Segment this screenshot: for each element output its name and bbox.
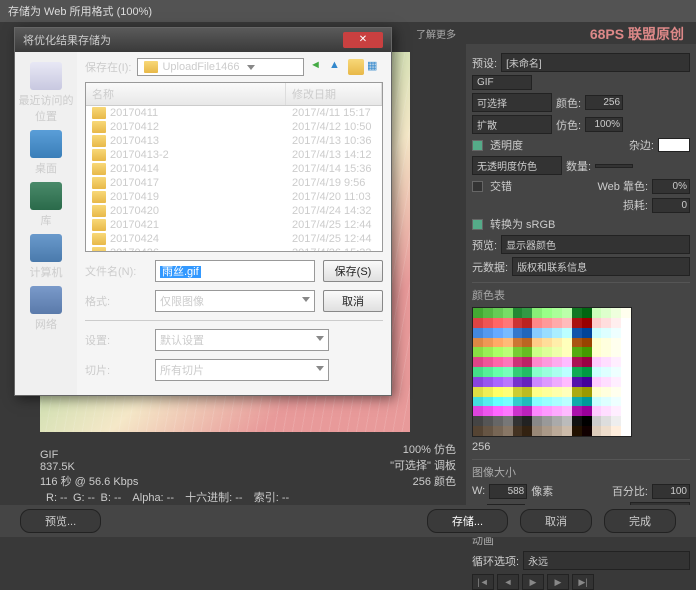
folder-icon [92,191,106,203]
library-icon [30,182,62,210]
done-button[interactable]: 完成 [604,509,676,533]
file-row[interactable]: 201704262017/4/26 15:33 [86,246,382,252]
places-sidebar: 最近访问的位置 桌面 库 计算机 网络 [15,52,77,395]
playback-controls: |◄ ◄ ▶ ▶ ▶| [472,574,690,590]
settings-label: 设置: [85,332,147,348]
network-icon [30,286,62,314]
computer-icon [30,234,62,262]
selective-combo[interactable]: 可选择 [472,93,552,112]
width-field[interactable]: 588 [489,484,527,499]
play-icon[interactable]: ▶ [522,574,544,590]
format-label: 格式: [85,293,147,309]
amount-field[interactable] [595,164,633,168]
folder-icon [144,61,158,73]
file-row[interactable]: 201704142017/4/14 15:36 [86,162,382,176]
colors-field[interactable]: 256 [585,95,623,110]
file-row[interactable]: 201704112017/4/11 15:17 [86,106,382,120]
file-row[interactable]: 201704132017/4/13 10:36 [86,134,382,148]
color-table-header: 颜色表 [472,282,690,303]
store-button[interactable]: 存储... [427,509,508,533]
image-size-header: 图像大小 [472,459,690,480]
folder-icon [92,177,106,189]
close-icon[interactable]: ✕ [343,32,383,48]
watermark-logo: 68PS 联盟原创 [590,24,684,44]
percent-field[interactable]: 100 [652,484,690,499]
folder-icon [92,247,106,252]
file-row[interactable]: 20170413-22017/4/13 14:12 [86,148,382,162]
folder-icon [92,205,106,217]
dither-field[interactable]: 100% [585,117,623,132]
color-table[interactable] [472,307,632,437]
loop-combo[interactable]: 永远 [523,551,690,570]
folder-icon [92,107,106,119]
preview-combo[interactable]: 显示器颜色 [501,235,690,254]
file-list[interactable]: 名称修改日期 201704112017/4/11 15:172017041220… [85,82,383,252]
prev-frame-icon[interactable]: ◄ [497,574,519,590]
status-bar: GIF 837.5K 116 秒 @ 56.6 Kbps [40,449,138,489]
filename-label: 文件名(N): [85,263,147,279]
save-in-label: 保存在(I): [85,59,131,75]
status-right: 100% 仿色 "可选择" 调板 256 颜色 [390,441,456,489]
settings-combo[interactable]: 默认设置 [155,329,329,351]
place-recent[interactable]: 最近访问的位置 [17,62,75,124]
file-row[interactable]: 201704172017/4/19 9:56 [86,176,382,190]
last-frame-icon[interactable]: ▶| [572,574,594,590]
lossy-field[interactable]: 0 [652,198,690,213]
dialog-titlebar: 将优化结果存储为 ✕ [15,28,391,52]
filename-input[interactable]: 雨丝.gif [155,260,315,282]
view-icon[interactable]: ▦ [367,59,383,75]
web-snap-field[interactable]: 0% [652,179,690,194]
matte-swatch[interactable] [658,138,690,152]
diffusion-combo[interactable]: 扩散 [472,115,552,134]
folder-icon [92,219,106,231]
trans-dither-combo[interactable]: 无透明度仿色 [472,156,562,175]
file-row[interactable]: 201704192017/4/20 11:03 [86,190,382,204]
folder-icon [92,163,106,175]
file-row[interactable]: 201704212017/4/25 12:44 [86,218,382,232]
file-row[interactable]: 201704202017/4/24 14:32 [86,204,382,218]
bottom-button-bar: 预览... 存储... 取消 完成 [0,505,696,537]
format-combo-right[interactable]: GIF [472,75,532,90]
place-computer[interactable]: 计算机 [17,234,75,280]
srgb-checkbox[interactable] [472,219,483,230]
folder-icon [92,149,106,161]
place-library[interactable]: 库 [17,182,75,228]
desktop-icon [30,130,62,158]
new-folder-icon[interactable] [348,59,364,75]
app-title: 存储为 Web 所用格式 (100%) [0,0,696,22]
transparency-checkbox[interactable] [472,140,483,151]
preset-combo[interactable]: [未命名] [501,53,690,72]
save-button[interactable]: 保存(S) [323,260,383,282]
folder-icon [92,135,106,147]
place-network[interactable]: 网络 [17,286,75,332]
format-combo[interactable]: 仅限图像 [155,290,315,312]
pixel-info-bar: R: -- G: -- B: -- Alpha: -- 十六进制: -- 索引:… [40,487,456,507]
file-row[interactable]: 201704122017/4/12 10:50 [86,120,382,134]
interlaced-checkbox[interactable] [472,181,483,192]
folder-icon [92,233,106,245]
folder-icon [92,121,106,133]
slice-label: 切片: [85,362,147,378]
place-desktop[interactable]: 桌面 [17,130,75,176]
bottom-cancel-button[interactable]: 取消 [520,509,592,533]
up-icon[interactable]: ▲ [329,59,345,75]
save-dialog: 将优化结果存储为 ✕ 最近访问的位置 桌面 库 计算机 网络 保存在(I): U… [14,27,392,396]
right-panel: 预设:[未命名] GIF 可选择颜色:256 扩散仿色:100% 透明度杂边: … [466,44,696,534]
recent-icon [30,62,62,90]
metadata-combo[interactable]: 版权和联系信息 [512,257,690,276]
first-frame-icon[interactable]: |◄ [472,574,494,590]
file-row[interactable]: 201704242017/4/25 12:44 [86,232,382,246]
location-combo[interactable]: UploadFile1466 [137,58,304,76]
preview-button[interactable]: 预览... [20,509,101,533]
slice-combo[interactable]: 所有切片 [155,359,329,381]
back-icon[interactable]: ◄ [310,59,326,75]
cancel-button[interactable]: 取消 [323,290,383,312]
preset-label: 预设: [472,55,497,71]
next-frame-icon[interactable]: ▶ [547,574,569,590]
